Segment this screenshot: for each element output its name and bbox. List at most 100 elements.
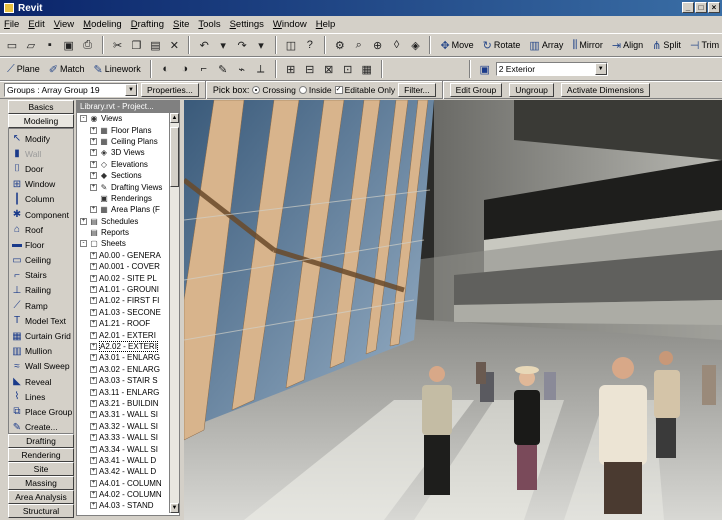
paste-icon[interactable]: ▤ <box>147 37 163 53</box>
palette-wall[interactable]: ▮ Wall <box>9 146 73 161</box>
palette-floor[interactable]: ▬ Floor <box>9 237 73 252</box>
help-pointer-icon[interactable]: ? <box>302 37 318 53</box>
copy-icon[interactable]: ❐ <box>129 37 145 53</box>
tree-item[interactable]: + A3.32 - WALL SI <box>77 421 179 432</box>
palette-lines[interactable]: ⌇ Lines <box>9 389 73 404</box>
expand-icon[interactable]: + <box>90 343 97 350</box>
maximize-button[interactable]: □ <box>695 2 707 13</box>
tree-item[interactable]: + A4.01 - COLUMN <box>77 478 179 489</box>
cut-icon[interactable]: ✂ <box>110 37 126 53</box>
palette-stairs[interactable]: ⌐ Stairs <box>9 268 73 283</box>
expand-icon[interactable]: + <box>90 286 97 294</box>
palette-model-text[interactable]: T Model Text <box>9 313 73 328</box>
palette-roof[interactable]: ⌂ Roof <box>9 222 73 237</box>
undo-icon[interactable]: ↶ <box>196 37 212 53</box>
tree-item[interactable]: + A1.21 - ROOF <box>77 318 179 329</box>
scroll-up-icon[interactable]: ▲ <box>170 113 179 123</box>
palette-ramp[interactable]: ⟋ Ramp <box>9 298 73 313</box>
tree-item[interactable]: - ▢ Sheets <box>77 238 179 249</box>
expand-icon[interactable]: + <box>90 502 97 510</box>
tree-item[interactable]: + ▦ Area Plans (F <box>77 204 179 215</box>
zoom-icon[interactable]: ⌕ <box>351 37 367 53</box>
properties-button[interactable]: Properties... <box>141 83 199 97</box>
dimension-icon[interactable]: ⟂ <box>253 61 269 77</box>
tree-item[interactable]: + ◇ Elevations <box>77 159 179 170</box>
tree-item[interactable]: + A3.41 - WALL D <box>77 455 179 466</box>
tree-item[interactable]: + A1.03 - SECONE <box>77 307 179 318</box>
tab-area-analysis[interactable]: Area Analysis <box>8 490 74 504</box>
tree-item[interactable]: + ▤ Schedules <box>77 216 179 227</box>
expand-icon[interactable]: + <box>90 331 97 339</box>
tree-item[interactable]: + A2.02 - EXTERI <box>77 341 179 352</box>
tree-item[interactable]: + ◆ Sections <box>77 170 179 181</box>
redo-dropdown-icon[interactable]: ▾ <box>253 37 269 53</box>
expand-icon[interactable]: + <box>90 308 97 316</box>
expand-icon[interactable]: + <box>90 377 97 385</box>
menu-help[interactable]: Help <box>316 19 336 30</box>
measure-icon[interactable]: ⌁ <box>234 61 250 77</box>
palette-curtain-grid[interactable]: ▦ Curtain Grid <box>9 328 73 343</box>
work-plane-tool[interactable]: ⟋ Plane <box>4 63 43 76</box>
scroll-thumb[interactable] <box>170 127 179 187</box>
expand-icon[interactable]: + <box>90 399 97 407</box>
tab-rendering[interactable]: Rendering <box>8 448 74 462</box>
palette-reveal[interactable]: ◣ Reveal <box>9 374 73 389</box>
expand-icon[interactable]: + <box>90 411 97 419</box>
close-button[interactable]: × <box>708 2 720 13</box>
reveal-hidden-icon[interactable]: ⊠ <box>321 61 337 77</box>
thin-lines-icon[interactable]: ◫ <box>283 37 299 53</box>
paint-icon[interactable]: ◐ <box>158 61 174 77</box>
tree-item[interactable]: + A3.21 - BUILDIN <box>77 398 179 409</box>
expand-icon[interactable]: + <box>90 320 97 328</box>
tree-item[interactable]: + A3.11 - ENLARG <box>77 386 179 397</box>
tree-item[interactable]: + A4.03 - STAND <box>77 500 179 511</box>
expand-icon[interactable]: + <box>90 388 97 396</box>
tab-basics[interactable]: Basics <box>8 100 74 114</box>
tree-item[interactable]: + ◈ 3D Views <box>77 147 179 158</box>
tree-item[interactable]: ▣ Renderings <box>77 193 179 204</box>
menu-window[interactable]: Window <box>273 19 307 30</box>
cut-geometry-icon[interactable]: ◑ <box>177 61 193 77</box>
tab-drafting[interactable]: Drafting <box>8 434 74 448</box>
palette-component[interactable]: ✱ Component <box>9 207 73 222</box>
undo-dropdown-icon[interactable]: ▾ <box>215 37 231 53</box>
tree-item[interactable]: + ▦ Floor Plans <box>77 124 179 135</box>
save-icon[interactable]: ▪ <box>42 37 58 53</box>
palette-place-group[interactable]: ⧉ Place Group <box>9 404 73 419</box>
tree-item[interactable]: + A0.02 - SITE PL <box>77 272 179 283</box>
split-tool[interactable]: ⋔ Split <box>649 39 684 52</box>
linework-tool[interactable]: ✎ Linework <box>90 63 143 76</box>
palette-column[interactable]: ┃ Column <box>9 192 73 207</box>
palette-window[interactable]: ⊞ Window <box>9 177 73 192</box>
menu-tools[interactable]: Tools <box>198 19 220 30</box>
tree-item[interactable]: + ▦ Ceiling Plans <box>77 136 179 147</box>
tree-item[interactable]: + A3.02 - ENLARG <box>77 364 179 375</box>
menu-modeling[interactable]: Modeling <box>83 19 122 30</box>
crossing-radio[interactable]: Crossing <box>252 85 296 95</box>
tab-structural[interactable]: Structural <box>8 504 74 518</box>
palette-ceiling[interactable]: ▭ Ceiling <box>9 253 73 268</box>
tree-item[interactable]: ▤ Reports <box>77 227 179 238</box>
print-icon[interactable]: ⎙ <box>80 37 96 53</box>
tree-item[interactable]: + ✎ Drafting Views <box>77 181 179 192</box>
section-box-icon[interactable]: ◊ <box>389 37 405 53</box>
expand-icon[interactable]: + <box>90 137 97 145</box>
view-select[interactable]: 2 Exterior ▼ <box>495 62 608 76</box>
expand-icon[interactable]: + <box>90 491 97 499</box>
tab-massing[interactable]: Massing <box>8 476 74 490</box>
tree-item[interactable]: + A4.02 - COLUMN <box>77 489 179 500</box>
tree-item[interactable]: + A1.02 - FIRST FI <box>77 295 179 306</box>
expand-icon[interactable]: + <box>90 297 97 305</box>
3d-view-viewport[interactable] <box>184 100 722 520</box>
3d-view-icon[interactable]: ◈ <box>408 37 424 53</box>
activate-dimensions-button[interactable]: Activate Dimensions <box>560 83 650 97</box>
redo-icon[interactable]: ↷ <box>234 37 250 53</box>
tree-item[interactable]: + A3.03 - STAIR S <box>77 375 179 386</box>
expand-icon[interactable]: + <box>90 274 97 282</box>
delete-icon[interactable]: ✕ <box>166 37 182 53</box>
palette-create[interactable]: ✎ Create... <box>9 420 73 435</box>
save-all-icon[interactable]: ▣ <box>61 37 77 53</box>
tree-item[interactable]: - ◉ Views <box>77 113 179 124</box>
menu-view[interactable]: View <box>54 19 74 30</box>
tree-item[interactable]: + A2.01 - EXTERI <box>77 329 179 340</box>
